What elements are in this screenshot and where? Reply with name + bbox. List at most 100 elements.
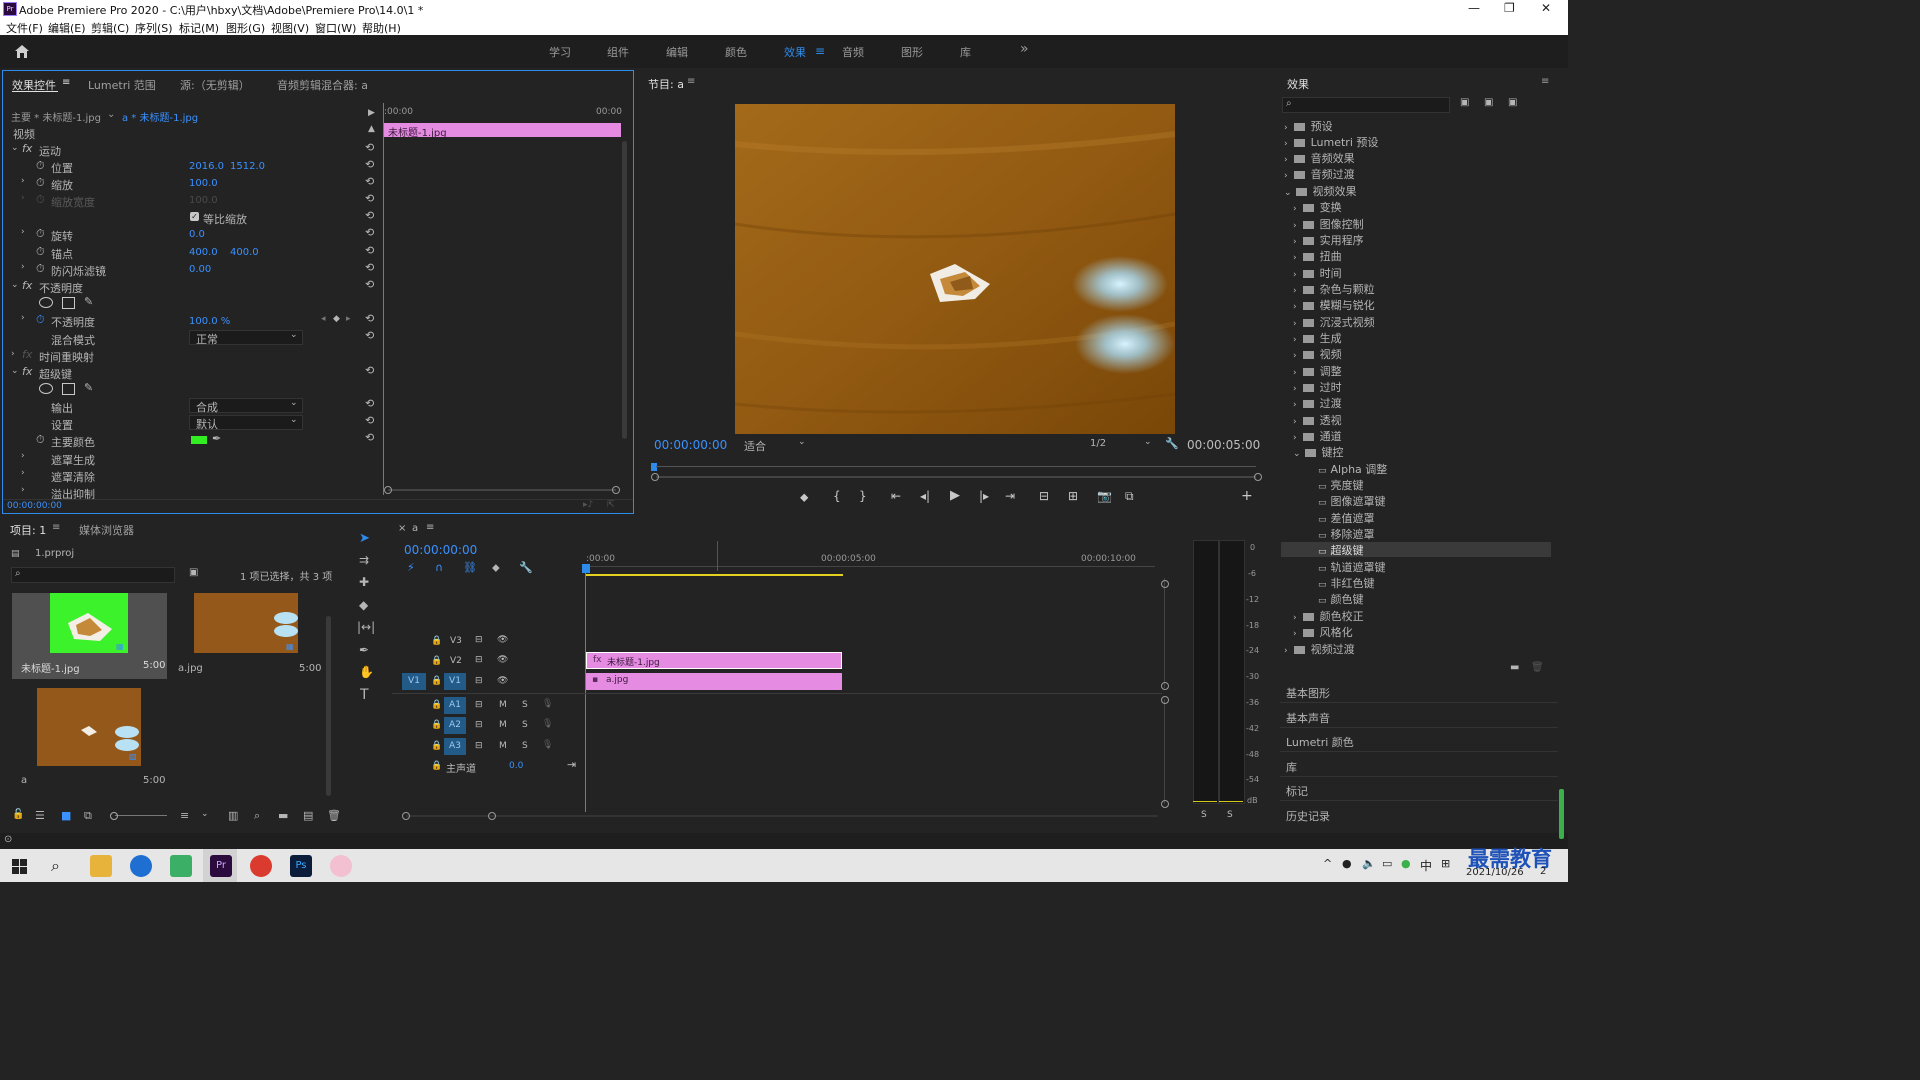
libraries-panel[interactable]: 库: [1286, 759, 1297, 775]
minimize-button[interactable]: —: [1468, 1, 1480, 15]
reset-motion-icon[interactable]: ⟲: [365, 141, 374, 154]
project-scrollbar[interactable]: [326, 616, 331, 796]
solo-left-button[interactable]: S: [1201, 810, 1207, 820]
automate-icon[interactable]: ▥: [228, 809, 238, 822]
network-icon[interactable]: ▭: [1382, 857, 1392, 870]
timeline-settings-icon[interactable]: 🔧: [519, 561, 533, 574]
program-monitor-title[interactable]: 节目: a: [648, 76, 684, 92]
vscroll-handle[interactable]: [1161, 696, 1169, 704]
fit-select[interactable]: 适合 ⌄: [740, 437, 808, 453]
stopwatch-icon[interactable]: ⏱: [36, 176, 45, 190]
effects-tree-immersive[interactable]: › 沉浸式视频: [1293, 314, 1375, 330]
photoshop-taskbar-icon[interactable]: Ps: [290, 855, 312, 877]
key-color-swatch[interactable]: [191, 436, 207, 444]
expand-ultra-key-icon[interactable]: ⌄: [11, 366, 19, 376]
comparison-view-icon[interactable]: ⧉: [1125, 489, 1134, 504]
expand-matte-gen-icon[interactable]: ›: [21, 451, 25, 461]
stopwatch-icon[interactable]: ⏱: [36, 227, 45, 241]
reset-settings-icon[interactable]: ⟲: [365, 414, 374, 427]
effects-panel-title[interactable]: 效果: [1287, 76, 1309, 92]
expand-flicker-icon[interactable]: ›: [21, 262, 25, 272]
ellipse-mask-icon[interactable]: [39, 383, 53, 394]
ec-zoom-bar[interactable]: [388, 489, 616, 491]
sync-lock-icon[interactable]: ⊟: [475, 741, 483, 751]
anchor-y-value[interactable]: 400.0: [230, 247, 259, 258]
effects-tree-audio-effects[interactable]: › 音频效果: [1284, 150, 1355, 166]
lock-icon[interactable]: 🔒: [431, 761, 442, 771]
pen-tool-icon[interactable]: ✒: [359, 643, 369, 657]
ec-scrollbar[interactable]: [622, 141, 627, 439]
add-marker-icon[interactable]: ⬥: [800, 490, 808, 505]
ec-current-timecode[interactable]: 00:00:00:00: [7, 501, 62, 511]
track-label-v1[interactable]: V1: [444, 673, 466, 690]
reset-ultra-key-icon[interactable]: ⟲: [365, 364, 374, 377]
eye-icon[interactable]: 👁: [497, 676, 508, 686]
flicker-value[interactable]: 0.00: [189, 264, 211, 275]
panel-scroll-indicator[interactable]: [1559, 789, 1564, 839]
button-editor-plus-icon[interactable]: +: [1241, 488, 1253, 504]
workspace-tab-effects[interactable]: 效果: [784, 44, 806, 60]
notification-count[interactable]: 2: [1540, 866, 1546, 877]
premiere-pro-taskbar-icon[interactable]: Pr: [210, 855, 232, 877]
project-item[interactable]: ▧ a 5:00: [12, 686, 167, 788]
close-button[interactable]: ✕: [1541, 1, 1551, 15]
video-vscroll[interactable]: [1164, 578, 1165, 688]
chevron-down-icon[interactable]: ⌄: [201, 809, 209, 819]
eye-icon[interactable]: 👁: [497, 655, 508, 665]
timeline-playhead-handle[interactable]: [582, 564, 590, 573]
status-icon[interactable]: ⊙: [4, 834, 12, 845]
effects-tree-video-transitions[interactable]: › 视频过渡: [1284, 641, 1355, 657]
project-item[interactable]: ▦ a.jpg 5:00: [172, 593, 322, 679]
track-select-tool-icon[interactable]: ⇉: [359, 553, 369, 567]
hand-tool-icon[interactable]: ✋: [359, 665, 374, 679]
solo-right-button[interactable]: S: [1227, 810, 1233, 820]
workspace-tab-color[interactable]: 颜色: [725, 44, 747, 60]
sync-lock-icon[interactable]: ⊟: [475, 720, 483, 730]
track-label-a2[interactable]: A2: [444, 717, 466, 734]
sequence-clip-label[interactable]: a * 未标题-1.jpg: [122, 109, 198, 124]
reset-uniform-icon[interactable]: ⟲: [365, 209, 374, 222]
razor-tool-icon[interactable]: ◆: [359, 598, 368, 612]
effects-tree-blur-sharpen[interactable]: › 模糊与锐化: [1293, 297, 1375, 313]
master-volume-value[interactable]: 0.0: [509, 761, 523, 771]
eyedropper-icon[interactable]: ✒: [212, 432, 221, 445]
solo-button[interactable]: S: [522, 741, 528, 751]
essential-sound-panel[interactable]: 基本声音: [1286, 710, 1330, 726]
menu-view[interactable]: 视图(V): [271, 20, 309, 36]
mute-button[interactable]: M: [499, 720, 507, 730]
effects-tree-obsolete[interactable]: › 过时: [1293, 379, 1342, 395]
mute-button[interactable]: M: [499, 741, 507, 751]
effects-tree-audio-transitions[interactable]: › 音频过渡: [1284, 166, 1355, 182]
effect-track-matte-key[interactable]: ▭ 轨道遮罩键: [1318, 559, 1386, 575]
effects-tree-noise-grain[interactable]: › 杂色与颗粒: [1293, 281, 1375, 297]
source-patch-v1[interactable]: V1: [402, 673, 426, 690]
effect-alpha-adjust[interactable]: ▭ Alpha 调整: [1318, 461, 1387, 477]
stopwatch-icon[interactable]: ⏱: [36, 159, 45, 173]
clip-v1[interactable]: ▪ a.jpg: [586, 673, 842, 690]
find-icon[interactable]: ⌕: [254, 809, 260, 823]
search-icon[interactable]: ⌕: [51, 856, 60, 876]
chevron-down-icon[interactable]: ⌄: [107, 109, 115, 120]
effect-remove-matte[interactable]: ▭ 移除遮罩: [1318, 526, 1375, 542]
history-panel[interactable]: 历史记录: [1286, 808, 1330, 824]
expand-time-remap-icon[interactable]: ›: [11, 349, 15, 359]
reset-anchor-icon[interactable]: ⟲: [365, 244, 374, 257]
ime-indicator[interactable]: 中: [1420, 857, 1432, 874]
program-zoom-left[interactable]: [651, 473, 659, 481]
icon-view-icon[interactable]: ■: [61, 809, 71, 822]
markers-panel[interactable]: 标记: [1286, 783, 1308, 799]
hscroll-handle-right[interactable]: [488, 812, 496, 820]
pen-mask-icon[interactable]: ✎: [84, 381, 93, 394]
go-to-out-icon[interactable]: ⇥: [1005, 489, 1015, 503]
ec-zoom-handle-left[interactable]: [384, 486, 392, 494]
next-keyframe-icon[interactable]: ▸: [346, 314, 351, 324]
effects-tree-distort[interactable]: › 扭曲: [1293, 248, 1342, 264]
reset-rotation-icon[interactable]: ⟲: [365, 226, 374, 239]
menu-marker[interactable]: 标记(M): [179, 20, 219, 36]
effects-tree-lumetri-presets[interactable]: › Lumetri 预设: [1284, 134, 1378, 150]
play-icon[interactable]: ▶: [950, 488, 960, 503]
wrench-icon[interactable]: 🔧: [1165, 437, 1179, 450]
timeline-timecode[interactable]: 00:00:00:00: [404, 543, 477, 557]
collapse-icon[interactable]: ▲: [368, 124, 375, 134]
position-y-value[interactable]: 1512.0: [230, 161, 265, 172]
